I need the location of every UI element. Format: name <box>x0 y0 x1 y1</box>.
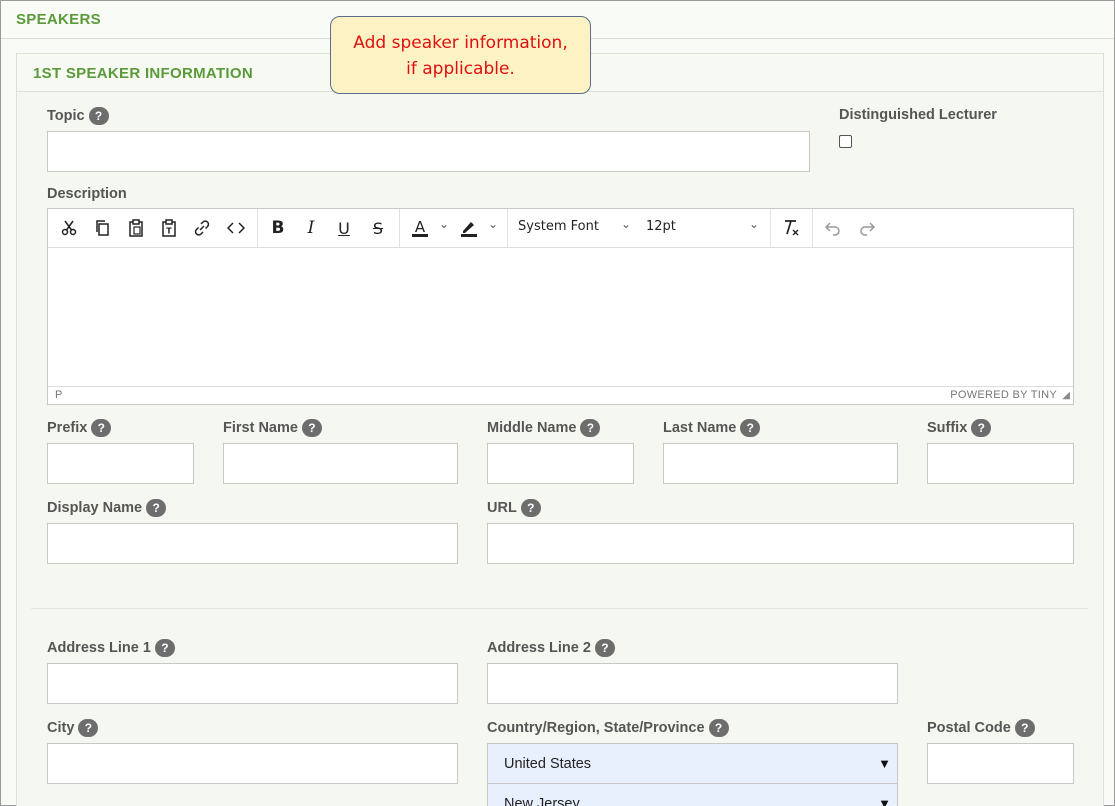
country-region-label: Country/Region, State/Province? <box>487 719 729 737</box>
page-title: SPEAKERS <box>16 11 101 28</box>
tooltip-callout: Add speaker information, if applicable. <box>330 16 591 94</box>
topic-input[interactable] <box>47 131 810 172</box>
svg-text:T: T <box>166 227 172 236</box>
url-label: URL? <box>487 499 541 517</box>
city-label: City? <box>47 719 99 737</box>
chevron-down-icon[interactable]: ⌄ <box>488 217 498 231</box>
underline-icon[interactable]: U <box>331 216 357 240</box>
help-icon[interactable]: ? <box>1014 719 1035 737</box>
highlight-color-icon[interactable] <box>456 216 482 240</box>
callout-line-2: if applicable. <box>406 59 515 79</box>
element-path[interactable]: P <box>55 389 62 401</box>
cut-icon[interactable] <box>56 216 82 240</box>
country-select[interactable]: United States ▼ <box>487 743 898 784</box>
help-icon[interactable]: ? <box>580 419 601 437</box>
editor-statusbar: P POWERED BY TINY ◢ <box>48 386 1073 404</box>
state-select[interactable]: New Jersey ▼ <box>487 783 898 806</box>
help-icon[interactable]: ? <box>708 719 729 737</box>
suffix-input[interactable] <box>927 443 1074 484</box>
section-divider <box>31 608 1088 609</box>
postal-code-input[interactable] <box>927 743 1074 784</box>
chevron-down-icon[interactable]: ⌄ <box>439 217 449 231</box>
help-icon[interactable]: ? <box>146 499 167 517</box>
help-icon[interactable]: ? <box>594 639 615 657</box>
distinguished-lecturer-label: Distinguished Lecturer <box>839 107 997 123</box>
middle-name-label: Middle Name? <box>487 419 601 437</box>
help-icon[interactable]: ? <box>520 499 541 517</box>
last-name-input[interactable] <box>663 443 898 484</box>
url-input[interactable] <box>487 523 1074 564</box>
callout-line-1: Add speaker information, <box>353 33 568 53</box>
help-icon[interactable]: ? <box>154 639 175 657</box>
code-icon[interactable] <box>223 216 249 240</box>
rich-text-editor: T B I U S A ⌄ ⌄ System Font ⌄ 12pt ⌄ P P… <box>47 208 1074 405</box>
middle-name-input[interactable] <box>487 443 634 484</box>
strikethrough-icon[interactable]: S <box>365 216 391 240</box>
font-size-select[interactable]: 12pt <box>646 219 676 234</box>
text-color-icon[interactable]: A <box>407 216 433 240</box>
copy-icon[interactable] <box>89 216 115 240</box>
first-name-label: First Name? <box>223 419 322 437</box>
powered-by-link[interactable]: POWERED BY TINY <box>950 389 1057 401</box>
chevron-down-icon[interactable]: ⌄ <box>621 217 631 231</box>
help-icon[interactable]: ? <box>91 419 112 437</box>
suffix-label: Suffix? <box>927 419 992 437</box>
toolbar-separator <box>507 209 508 247</box>
italic-icon[interactable]: I <box>298 216 324 240</box>
paste-text-icon[interactable]: T <box>156 216 182 240</box>
display-name-label: Display Name? <box>47 499 167 517</box>
bold-icon[interactable]: B <box>265 216 291 240</box>
help-icon[interactable]: ? <box>971 419 992 437</box>
link-icon[interactable] <box>189 216 215 240</box>
topic-label: Topic? <box>47 107 109 125</box>
description-label: Description <box>47 186 127 202</box>
help-icon[interactable]: ? <box>740 419 761 437</box>
chevron-down-icon: ▼ <box>878 756 891 771</box>
font-family-select[interactable]: System Font <box>518 219 599 234</box>
address-line-1-label: Address Line 1? <box>47 639 175 657</box>
toolbar-separator <box>399 209 400 247</box>
clear-formatting-icon[interactable] <box>778 216 804 240</box>
address-line-2-label: Address Line 2? <box>487 639 615 657</box>
undo-icon[interactable] <box>820 216 846 240</box>
help-icon[interactable]: ? <box>88 107 109 125</box>
toolbar-separator <box>770 209 771 247</box>
redo-icon[interactable] <box>854 216 880 240</box>
paste-icon[interactable] <box>123 216 149 240</box>
panel-title: 1ST SPEAKER INFORMATION <box>33 65 253 82</box>
prefix-input[interactable] <box>47 443 194 484</box>
toolbar-separator <box>812 209 813 247</box>
prefix-label: Prefix? <box>47 419 112 437</box>
last-name-label: Last Name? <box>663 419 761 437</box>
resize-handle-icon[interactable]: ◢ <box>1062 390 1070 401</box>
chevron-down-icon: ▼ <box>878 796 891 806</box>
editor-toolbar: T B I U S A ⌄ ⌄ System Font ⌄ 12pt ⌄ <box>48 209 1073 248</box>
postal-code-label: Postal Code? <box>927 719 1035 737</box>
display-name-input[interactable] <box>47 523 458 564</box>
distinguished-lecturer-checkbox[interactable] <box>839 135 852 148</box>
chevron-down-icon[interactable]: ⌄ <box>749 217 759 231</box>
address-line-2-input[interactable] <box>487 663 898 704</box>
city-input[interactable] <box>47 743 458 784</box>
first-name-input[interactable] <box>223 443 458 484</box>
svg-text:A: A <box>415 218 426 236</box>
address-line-1-input[interactable] <box>47 663 458 704</box>
help-icon[interactable]: ? <box>301 419 322 437</box>
help-icon[interactable]: ? <box>78 719 99 737</box>
toolbar-separator <box>257 209 258 247</box>
editor-content-area[interactable] <box>48 248 1073 387</box>
